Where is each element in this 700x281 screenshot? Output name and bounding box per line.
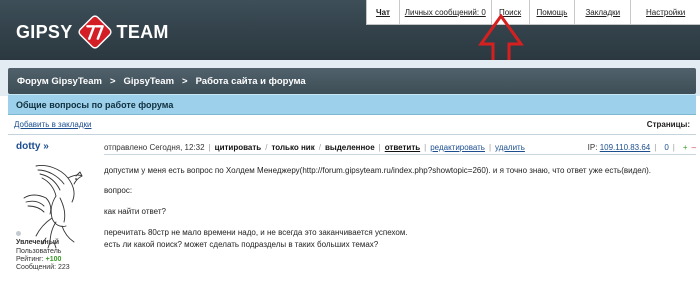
nav-settings[interactable]: Настройки: [630, 0, 700, 24]
nav-help[interactable]: Помощь: [528, 0, 575, 24]
rating-label: Рейтинг:: [16, 256, 44, 263]
logo-diamond-icon: [77, 15, 112, 49]
ip-value[interactable]: 109.110.83.64: [600, 143, 651, 152]
top-navigation: Чат Личных сообщений: 0 Поиск Помощь Зак…: [366, 0, 700, 25]
edit-button[interactable]: редактировать: [430, 143, 485, 152]
author-role: Пользователь: [16, 248, 62, 255]
nav-bookmarks[interactable]: Закладки: [574, 0, 630, 24]
breadcrumb-item-forum[interactable]: Форум GipsyTeam: [17, 76, 102, 87]
pages-label: Страницы:: [646, 120, 690, 129]
nav-chat[interactable]: Чат: [367, 0, 399, 24]
rating-zero: 0: [664, 142, 669, 152]
author-post-count: Сообщений: 223: [16, 264, 70, 271]
post-text-line: перечитать 80стр не мало времени надо, и…: [104, 228, 408, 237]
site-logo[interactable]: GIPSY TEAM: [16, 14, 169, 50]
quote-button[interactable]: цитировать: [215, 143, 262, 152]
delete-button[interactable]: удалить: [495, 143, 525, 152]
post-text-line: как найти ответ?: [104, 207, 166, 216]
post-author-panel: dotty » Увлеченный Пользователь Рейтинг:…: [8, 136, 98, 281]
nav-private-messages[interactable]: Личных сообщений: 0: [398, 0, 491, 24]
breadcrumb-item-site-work[interactable]: Работа сайта и форума: [196, 76, 306, 87]
post-text-line: вопрос:: [104, 186, 133, 195]
author-name[interactable]: dotty »: [16, 141, 49, 152]
breadcrumb-separator: >: [109, 75, 116, 87]
topic-toolbar: Добавить в закладки Страницы:: [8, 115, 696, 135]
quote-nick-button[interactable]: только ник: [271, 143, 314, 152]
rate-minus-button[interactable]: –: [692, 143, 696, 152]
post-text-line: есть ли какой поиск? может сделать подра…: [104, 240, 379, 249]
post-header: отправлено Сегодня, 12:32 | цитировать /…: [104, 140, 696, 155]
breadcrumb-item-gipsyteam[interactable]: GipsyTeam: [124, 76, 175, 87]
site-header: GIPSY TEAM Чат Личных сообщений: 0 Поиск…: [0, 0, 700, 60]
post-timestamp: отправлено Сегодня, 12:32: [104, 142, 205, 152]
author-rating: Рейтинг: +100: [16, 256, 61, 263]
add-bookmark-link[interactable]: Добавить в закладки: [14, 120, 92, 129]
post-content: отправлено Сегодня, 12:32 | цитировать /…: [104, 136, 696, 281]
rate-plus-button[interactable]: +: [683, 143, 688, 152]
forum-post: dotty » Увлеченный Пользователь Рейтинг:…: [8, 136, 696, 281]
offline-status-icon: [16, 231, 21, 236]
rating-value: +100: [45, 256, 62, 263]
post-ip: IP: 109.110.83.64: [588, 143, 651, 152]
reply-button[interactable]: ответить: [385, 143, 420, 152]
logo-text-left: GIPSY: [16, 22, 73, 42]
ip-label: IP:: [587, 142, 598, 152]
author-rank: Увлеченный: [16, 239, 60, 246]
subforum-title[interactable]: Общие вопросы по работе форума: [16, 100, 173, 110]
quote-selected-button[interactable]: выделенное: [325, 143, 375, 152]
subforum-title-bar: Общие вопросы по работе форума: [8, 94, 696, 115]
breadcrumb: Форум GipsyTeam > GipsyTeam > Работа сай…: [8, 68, 696, 94]
breadcrumb-separator: >: [182, 75, 188, 87]
logo-text-right: TEAM: [116, 22, 169, 42]
post-text-line: допустим у меня есть вопрос по Холдем Ме…: [104, 166, 651, 175]
